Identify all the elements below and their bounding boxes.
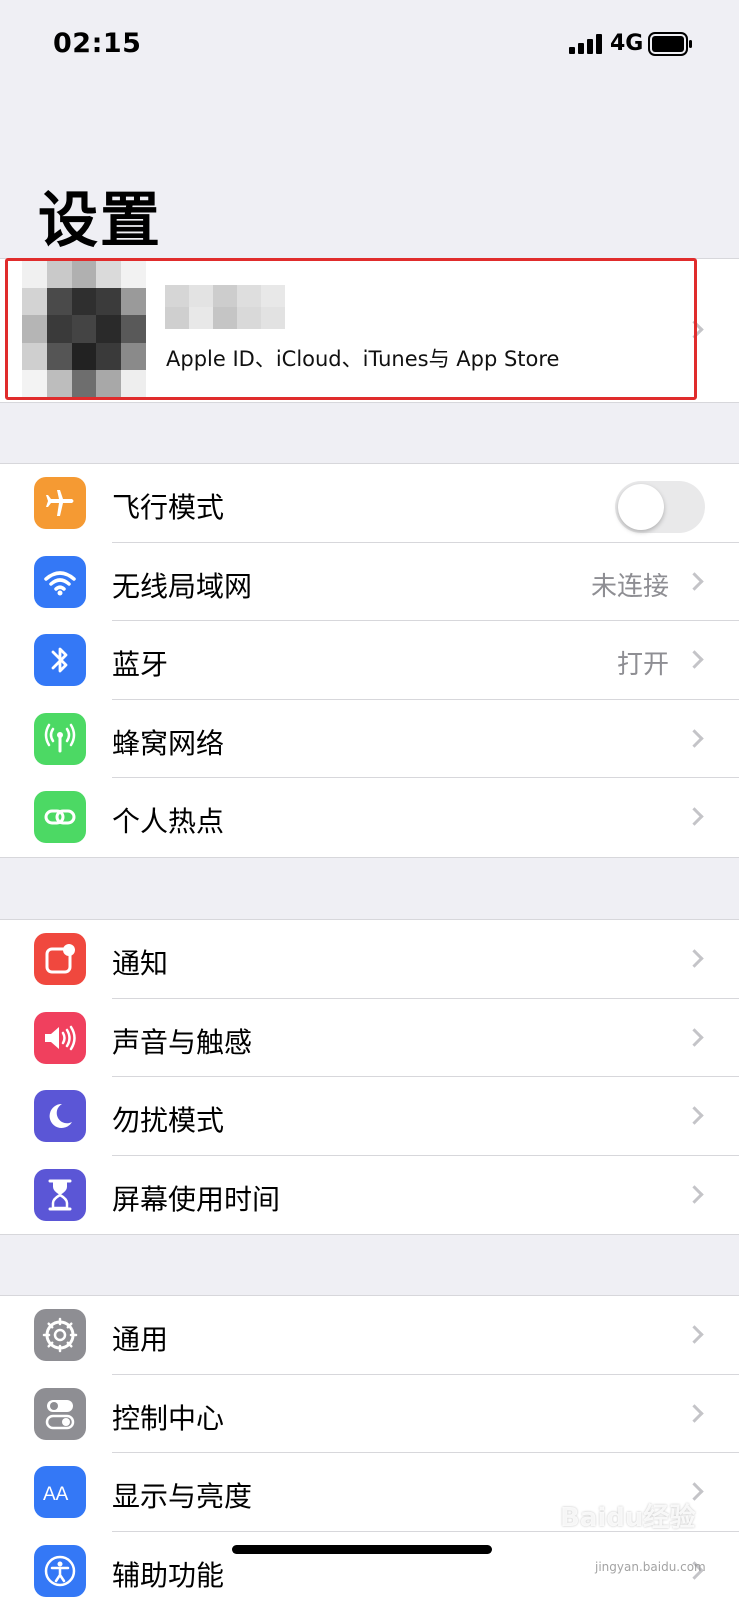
battery-icon — [648, 32, 692, 56]
row-label: 蜂窝网络 — [112, 726, 225, 760]
row-label: 显示与亮度 — [112, 1480, 253, 1513]
cellular-icon — [34, 712, 86, 765]
hotspot-icon — [34, 791, 86, 843]
row-label: 屏幕使用时间 — [112, 1182, 281, 1216]
display-icon: AA — [34, 1466, 86, 1518]
control-center-row[interactable]: 控制中心 — [0, 1375, 739, 1453]
gear-icon — [34, 1309, 86, 1361]
row-label: 通知 — [112, 947, 169, 980]
chevron-right-icon — [685, 650, 704, 669]
chevron-right-icon — [685, 1403, 704, 1423]
wifi-icon — [34, 555, 86, 608]
chevron-right-icon — [685, 949, 704, 968]
general-row[interactable]: 通用 — [0, 1296, 739, 1375]
row-label: 无线局域网 — [112, 569, 253, 603]
chevron-right-icon — [685, 1325, 704, 1344]
hotspot-row[interactable]: 个人热点 — [0, 778, 739, 857]
home-indicator[interactable] — [232, 1545, 492, 1554]
signal-bars-icon — [569, 34, 602, 54]
bluetooth-row[interactable]: 蓝牙 打开 — [0, 621, 739, 700]
page-title: 设置 — [38, 186, 162, 256]
row-label: 蓝牙 — [112, 648, 169, 681]
sound-icon — [34, 1011, 86, 1064]
screen-time-row[interactable]: 屏幕使用时间 — [0, 1156, 739, 1235]
airplane-mode-row[interactable]: 飞行模式 — [0, 464, 739, 543]
baidu-watermark: Baidu经验 — [560, 1503, 696, 1533]
row-label: 飞行模式 — [112, 491, 225, 524]
moon-icon — [34, 1090, 86, 1142]
baidu-watermark-url: jingyan.baidu.com — [595, 1560, 706, 1574]
row-label: 辅助功能 — [112, 1558, 225, 1592]
settings-group-connectivity: 飞行模式 无线局域网 未连接 蓝牙 打开 蜂窝网络 个人热点 — [0, 463, 739, 858]
switches-icon — [34, 1387, 86, 1440]
chevron-right-icon — [685, 807, 704, 826]
cellular-row[interactable]: 蜂窝网络 — [0, 700, 739, 778]
status-time: 02:15 — [53, 28, 142, 59]
chevron-right-icon — [685, 1027, 704, 1047]
chevron-right-icon — [685, 1106, 704, 1125]
status-bar: 02:15 4G — [0, 0, 739, 90]
svg-text:AA: AA — [43, 1484, 69, 1504]
bluetooth-icon — [34, 634, 86, 686]
notifications-icon — [34, 933, 86, 985]
row-value: 未连接 — [590, 571, 669, 602]
toggle-knob — [618, 484, 664, 530]
row-label: 声音与触感 — [112, 1025, 253, 1059]
network-type: 4G — [610, 31, 644, 56]
wifi-row[interactable]: 无线局域网 未连接 — [0, 543, 739, 621]
airplane-icon — [34, 477, 86, 529]
notifications-row[interactable]: 通知 — [0, 920, 739, 999]
settings-group-notifications: 通知 声音与触感 勿扰模式 屏幕使用时间 — [0, 919, 739, 1235]
accessibility-icon — [34, 1544, 86, 1597]
chevron-right-icon — [685, 728, 704, 748]
hourglass-icon — [34, 1168, 86, 1221]
row-label: 控制中心 — [112, 1401, 225, 1435]
do-not-disturb-row[interactable]: 勿扰模式 — [0, 1077, 739, 1156]
settings-group-general: 通用 控制中心 AA 显示与亮度 辅助功能 — [0, 1295, 739, 1600]
row-label: 个人热点 — [112, 805, 225, 838]
row-label: 通用 — [112, 1323, 169, 1356]
row-label: 勿扰模式 — [112, 1104, 225, 1137]
chevron-right-icon — [685, 1184, 704, 1204]
airplane-mode-toggle[interactable] — [615, 481, 705, 533]
row-value: 打开 — [616, 650, 669, 680]
highlight-annotation-box — [5, 258, 697, 400]
sounds-haptics-row[interactable]: 声音与触感 — [0, 999, 739, 1077]
chevron-right-icon — [685, 571, 704, 591]
